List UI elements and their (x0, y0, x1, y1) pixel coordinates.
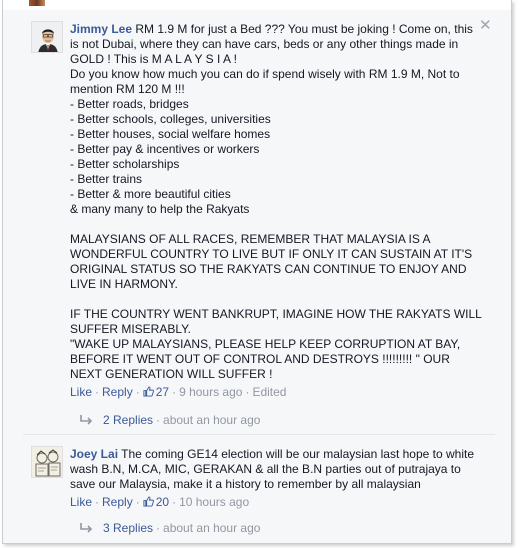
reply-arrow-icon (80, 523, 93, 533)
like-link[interactable]: Like (70, 385, 92, 399)
comment: Joey Lai The coming GE14 election will b… (23, 440, 495, 512)
like-count-button[interactable]: 20 (143, 495, 169, 509)
comment-actions: Like · Reply · 20 · 10 hours ago (70, 494, 482, 510)
replies-time: about an hour ago (163, 521, 261, 535)
edited-label[interactable]: Edited (252, 385, 286, 399)
comments-panel: ✕ Jimmy Lee RM 1.9 M for just a Bed ??? … (2, 0, 512, 544)
separator: · (95, 385, 100, 399)
comment-time[interactable]: 9 hours ago (179, 385, 242, 399)
replies-summary[interactable]: 3 Replies · about an hour ago (23, 519, 495, 537)
replies-summary[interactable]: 2 Replies · about an hour ago (23, 411, 495, 429)
separator: · (172, 385, 177, 399)
thumbs-up-icon (143, 496, 154, 507)
comment-author[interactable]: Joey Lai (70, 447, 118, 461)
separator: · (172, 495, 177, 509)
reply-arrow-icon (80, 415, 93, 425)
reply-link[interactable]: Reply (102, 495, 133, 509)
separator: · (245, 385, 250, 399)
comment-author[interactable]: Jimmy Lee (70, 22, 132, 36)
replies-link[interactable]: 2 Replies (103, 413, 153, 427)
separator: · (95, 495, 100, 509)
comment: ✕ Jimmy Lee RM 1.9 M for just a Bed ??? … (23, 15, 495, 405)
previous-comment-strip (3, 0, 511, 10)
previous-avatar[interactable] (29, 0, 45, 6)
profile-photo (32, 447, 62, 477)
separator: · (156, 521, 161, 535)
like-count-button[interactable]: 27 (143, 385, 169, 399)
separator: · (135, 495, 140, 509)
avatar[interactable] (31, 446, 63, 478)
comment-text: RM 1.9 M for just a Bed ??? You must be … (70, 22, 482, 381)
separator: · (156, 413, 161, 427)
replies-link[interactable]: 3 Replies (103, 521, 153, 535)
avatar[interactable] (31, 21, 63, 53)
comment-time[interactable]: 10 hours ago (179, 495, 249, 509)
comment-text: The coming GE14 election will be our mal… (70, 447, 478, 491)
thumbs-up-icon (143, 386, 154, 397)
like-link[interactable]: Like (70, 495, 92, 509)
separator: · (135, 385, 140, 399)
like-count: 20 (155, 495, 170, 509)
reply-link[interactable]: Reply (102, 385, 133, 399)
comment-actions: Like · Reply · 27 · 9 hours ago · Edited (70, 384, 482, 400)
replies-time: about an hour ago (163, 413, 261, 427)
divider (23, 434, 495, 435)
like-count: 27 (155, 385, 170, 399)
profile-photo (32, 22, 62, 52)
